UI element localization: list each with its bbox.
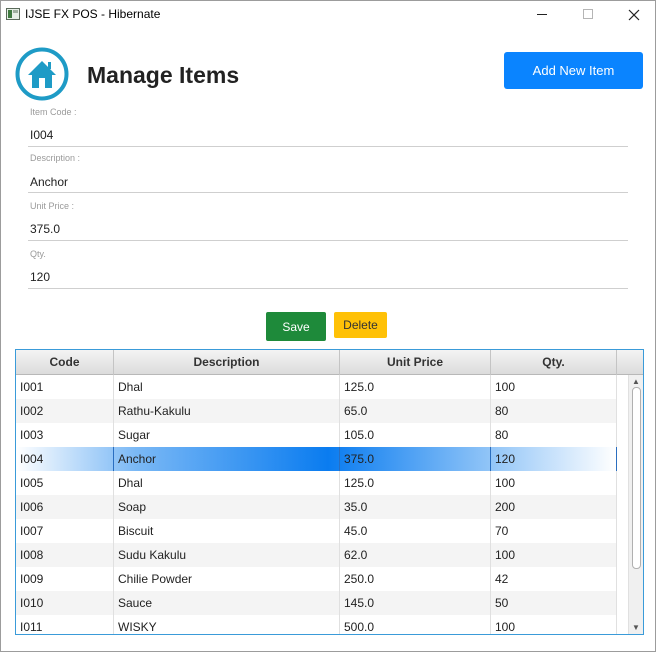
table-cell: Sudu Kakulu — [114, 543, 340, 567]
table-cell: 120 — [491, 447, 617, 471]
table-cell: 42 — [491, 567, 617, 591]
item-code-underline — [28, 146, 628, 147]
table-cell: I010 — [16, 591, 114, 615]
table-row[interactable]: I002 Rathu-Kakulu 65.0 80 — [16, 399, 617, 423]
table-cell: I001 — [16, 375, 114, 399]
table-row[interactable]: I010 Sauce 145.0 50 — [16, 591, 617, 615]
table-cell: 145.0 — [340, 591, 491, 615]
table-cell: 50 — [491, 591, 617, 615]
table-row[interactable]: I009 Chilie Powder 250.0 42 — [16, 567, 617, 591]
page-title: Manage Items — [87, 62, 240, 88]
table-cell: 500.0 — [340, 615, 491, 634]
table-cell: 80 — [491, 423, 617, 447]
table-cell: Dhal — [114, 471, 340, 495]
table-cell: I005 — [16, 471, 114, 495]
table-cell: 62.0 — [340, 543, 491, 567]
table-cell: I006 — [16, 495, 114, 519]
column-header-code[interactable]: Code — [16, 350, 114, 375]
unit-price-field[interactable]: 375.0 — [30, 222, 60, 236]
maximize-button[interactable] — [565, 1, 611, 29]
table-row[interactable]: I003 Sugar 105.0 80 — [16, 423, 617, 447]
description-underline — [28, 192, 628, 193]
qty-label: Qty. — [30, 249, 46, 259]
table-cell: WISKY — [114, 615, 340, 634]
table-cell: 125.0 — [340, 471, 491, 495]
table-row[interactable]: I004 Anchor 375.0 120 — [16, 447, 617, 471]
item-code-field[interactable]: I004 — [30, 128, 53, 142]
scroll-down-icon[interactable]: ▼ — [632, 623, 640, 632]
unit-price-underline — [28, 240, 628, 241]
qty-underline — [28, 288, 628, 289]
table-cell: Biscuit — [114, 519, 340, 543]
table-row[interactable]: I008 Sudu Kakulu 62.0 100 — [16, 543, 617, 567]
table-row[interactable]: I007 Biscuit 45.0 70 — [16, 519, 617, 543]
unit-price-label: Unit Price : — [30, 201, 75, 211]
table-cell: 100 — [491, 615, 617, 634]
vertical-scrollbar[interactable]: ▲ ▼ — [628, 375, 643, 634]
table-cell: 45.0 — [340, 519, 491, 543]
table-cell: 375.0 — [340, 447, 491, 471]
table-cell: 70 — [491, 519, 617, 543]
close-button[interactable] — [611, 1, 656, 29]
table-cell: 200 — [491, 495, 617, 519]
description-field[interactable]: Anchor — [30, 175, 68, 189]
close-icon — [628, 9, 640, 21]
table-cell: I011 — [16, 615, 114, 634]
description-label: Description : — [30, 153, 81, 163]
title-bar[interactable]: IJSE FX POS - Hibernate — [1, 1, 655, 29]
table-row[interactable]: I001 Dhal 125.0 100 — [16, 375, 617, 399]
table-cell: Soap — [114, 495, 340, 519]
app-window: IJSE FX POS - Hibernate Manage Items Add… — [0, 0, 656, 652]
column-header-description[interactable]: Description — [114, 350, 340, 375]
table-cell: Sauce — [114, 591, 340, 615]
table-cell: 65.0 — [340, 399, 491, 423]
table-body: I001 Dhal 125.0 100 I002 Rathu-Kakulu 65.0 80 I0… — [16, 375, 628, 634]
scroll-thumb[interactable] — [632, 387, 641, 569]
table-cell: 100 — [491, 375, 617, 399]
home-icon[interactable] — [15, 47, 69, 101]
table-cell: I009 — [16, 567, 114, 591]
table-cell: 105.0 — [340, 423, 491, 447]
maximize-icon — [583, 9, 593, 19]
table-cell: 35.0 — [340, 495, 491, 519]
items-table[interactable]: Code Description Unit Price Qty. I001 Dha… — [15, 349, 644, 635]
table-header: Code Description Unit Price Qty. — [16, 350, 643, 375]
item-code-label: Item Code : — [30, 107, 77, 117]
table-cell: Dhal — [114, 375, 340, 399]
save-button[interactable]: Save — [266, 312, 326, 341]
table-cell: I008 — [16, 543, 114, 567]
scroll-up-icon[interactable]: ▲ — [632, 377, 640, 386]
table-cell: I002 — [16, 399, 114, 423]
delete-button[interactable]: Delete — [334, 312, 387, 338]
table-row[interactable]: I006 Soap 35.0 200 — [16, 495, 617, 519]
window-title: IJSE FX POS - Hibernate — [25, 7, 161, 21]
table-row[interactable]: I005 Dhal 125.0 100 — [16, 471, 617, 495]
minimize-button[interactable] — [519, 1, 565, 29]
table-cell: 100 — [491, 471, 617, 495]
column-header-unit-price[interactable]: Unit Price — [340, 350, 491, 375]
table-cell: 100 — [491, 543, 617, 567]
table-cell: Anchor — [114, 447, 340, 471]
column-header-qty[interactable]: Qty. — [491, 350, 617, 375]
table-cell: 80 — [491, 399, 617, 423]
table-cell: 250.0 — [340, 567, 491, 591]
table-cell: I003 — [16, 423, 114, 447]
qty-field[interactable]: 120 — [30, 270, 50, 284]
table-cell: Rathu-Kakulu — [114, 399, 340, 423]
table-cell: I007 — [16, 519, 114, 543]
minimize-icon — [537, 14, 547, 15]
table-cell: I004 — [16, 447, 114, 471]
table-cell: 125.0 — [340, 375, 491, 399]
table-cell: Sugar — [114, 423, 340, 447]
table-row[interactable]: I011 WISKY 500.0 100 — [16, 615, 617, 634]
app-icon — [6, 8, 20, 20]
add-new-item-button[interactable]: Add New Item — [504, 52, 643, 89]
table-cell: Chilie Powder — [114, 567, 340, 591]
